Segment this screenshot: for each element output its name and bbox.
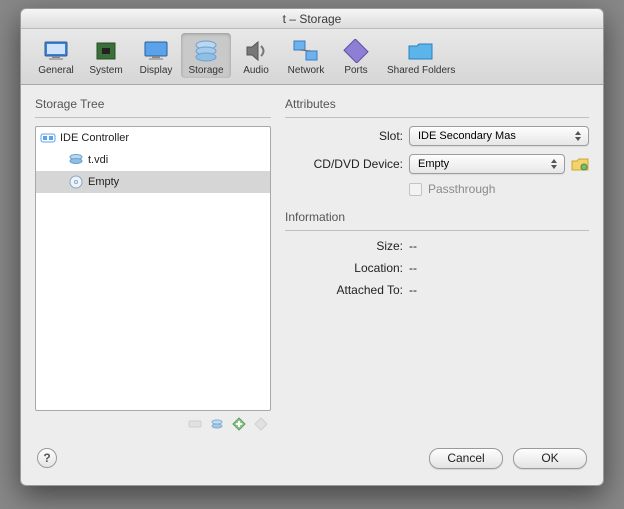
chip-icon (90, 37, 122, 65)
add-hdd-icon[interactable] (209, 416, 225, 432)
footer: ? Cancel OK (21, 441, 603, 485)
tree-item-empty[interactable]: Empty (36, 171, 270, 193)
tab-network[interactable]: Network (281, 33, 331, 78)
size-label: Size: (285, 239, 403, 253)
window-title: t – Storage (283, 12, 342, 26)
tree-toolbar (35, 411, 271, 433)
size-row: Size: -- (285, 239, 589, 253)
browse-iso-icon[interactable] (571, 155, 589, 173)
passthrough-row: Passthrough (285, 182, 589, 196)
tab-general[interactable]: General (31, 33, 81, 78)
divider (285, 230, 589, 231)
tree-item-vdi[interactable]: t.vdi (36, 149, 270, 171)
attached-row: Attached To: -- (285, 283, 589, 297)
chevrons-icon (547, 156, 561, 172)
passthrough-label: Passthrough (428, 182, 495, 196)
right-pane: Attributes Slot: IDE Secondary Mas CD/DV… (285, 97, 589, 433)
tab-label: Audio (243, 65, 269, 76)
left-pane: Storage Tree IDE Controller t.vdi (35, 97, 271, 433)
add-controller-icon[interactable] (187, 416, 203, 432)
tree-item-label: Empty (88, 176, 119, 188)
slot-row: Slot: IDE Secondary Mas (285, 126, 589, 146)
device-value: Empty (418, 158, 449, 170)
cd-icon (68, 174, 84, 190)
titlebar[interactable]: t – Storage (21, 9, 603, 29)
info-title: Information (285, 210, 589, 224)
tab-ports[interactable]: Ports (331, 33, 381, 78)
tab-system[interactable]: System (81, 33, 131, 78)
body: Storage Tree IDE Controller t.vdi (21, 85, 603, 441)
tree-controller-label: IDE Controller (60, 132, 129, 144)
divider (285, 117, 589, 118)
passthrough-checkbox[interactable] (409, 183, 422, 196)
ok-button[interactable]: OK (513, 448, 587, 469)
attached-value: -- (409, 283, 417, 297)
tab-label: Storage (188, 65, 223, 76)
settings-window: t – Storage General System Display Stora… (20, 8, 604, 486)
location-row: Location: -- (285, 261, 589, 275)
storage-tree-title: Storage Tree (35, 97, 271, 111)
tab-display[interactable]: Display (131, 33, 181, 78)
toolbar: General System Display Storage Audio (21, 29, 603, 85)
add-attachment-icon[interactable] (231, 416, 247, 432)
ok-label: OK (541, 451, 558, 465)
cancel-label: Cancel (447, 451, 484, 465)
location-label: Location: (285, 261, 403, 275)
monitor-icon (40, 37, 72, 65)
location-value: -- (409, 261, 417, 275)
folder-icon (405, 37, 437, 65)
device-label: CD/DVD Device: (285, 157, 403, 171)
speaker-icon (240, 37, 272, 65)
tab-label: System (89, 65, 122, 76)
chevrons-icon (571, 128, 585, 144)
disk-stack-icon (190, 37, 222, 65)
remove-attachment-icon[interactable] (253, 416, 269, 432)
tab-label: General (38, 65, 74, 76)
tab-label: Shared Folders (387, 65, 455, 76)
storage-tree[interactable]: IDE Controller t.vdi Empty (35, 126, 271, 411)
display-icon (140, 37, 172, 65)
size-value: -- (409, 239, 417, 253)
tab-shared-folders[interactable]: Shared Folders (381, 33, 461, 78)
attributes-title: Attributes (285, 97, 589, 111)
controller-icon (40, 130, 56, 146)
tab-storage[interactable]: Storage (181, 33, 231, 78)
device-row: CD/DVD Device: Empty (285, 154, 589, 174)
slot-select[interactable]: IDE Secondary Mas (409, 126, 589, 146)
tree-item-label: t.vdi (88, 154, 108, 166)
help-button[interactable]: ? (37, 448, 57, 468)
attached-label: Attached To: (285, 283, 403, 297)
tab-label: Display (140, 65, 173, 76)
divider (35, 117, 271, 118)
slot-value: IDE Secondary Mas (418, 130, 516, 142)
device-select[interactable]: Empty (409, 154, 565, 174)
tab-audio[interactable]: Audio (231, 33, 281, 78)
slot-label: Slot: (285, 129, 403, 143)
tree-controller[interactable]: IDE Controller (36, 127, 270, 149)
tab-label: Ports (344, 65, 367, 76)
network-icon (290, 37, 322, 65)
ports-icon (340, 37, 372, 65)
cancel-button[interactable]: Cancel (429, 448, 503, 469)
hdd-icon (68, 152, 84, 168)
tab-label: Network (288, 65, 325, 76)
